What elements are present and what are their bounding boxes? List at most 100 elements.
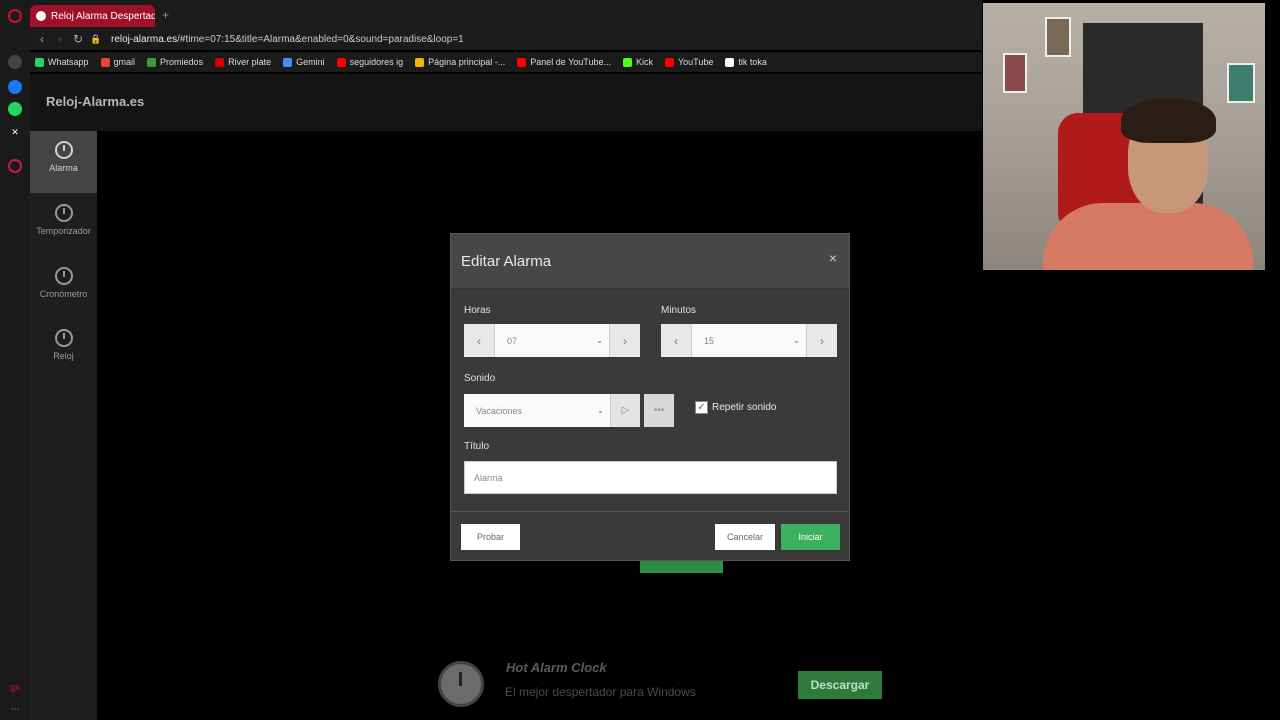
chevron-down-icon: ⌄ [596, 336, 603, 345]
hours-label: Horas [464, 305, 491, 316]
minutes-increment-button[interactable]: › [807, 324, 837, 357]
x-icon[interactable]: ✕ [8, 125, 22, 139]
repeat-sound-label: Repetir sonido [712, 402, 777, 413]
settings-icon[interactable] [8, 159, 22, 173]
bookmarks-bar: Whatsapp gmail Promiedos River plate Gemini s… [30, 52, 982, 72]
ai-icon[interactable] [8, 55, 22, 69]
play-sound-button[interactable]: ▷ [610, 394, 640, 427]
promo-subtitle: El mejor despertador para Windows [505, 685, 696, 699]
close-icon[interactable]: × [829, 250, 837, 266]
dialog-title: Editar Alarma [461, 253, 552, 270]
new-tab-button[interactable]: + [162, 8, 169, 22]
minutes-decrement-button[interactable]: ‹ [661, 324, 691, 357]
site-sidenav: Alarma Temporizador Cronómetro Reloj [30, 131, 97, 720]
nav-item-label: Reloj [53, 351, 74, 361]
more-icon[interactable]: ⋯ [8, 702, 22, 716]
bookmark-favicon-icon [415, 57, 425, 67]
bookmark-item[interactable]: seguidores ig [336, 57, 404, 67]
sound-select[interactable]: Vacaciones ⌄ [464, 394, 610, 427]
bookmark-item[interactable]: Promiedos [147, 57, 203, 67]
ellipsis-icon: ••• [653, 405, 665, 416]
url-path: /#time=07:15&title=Alarma&enabled=0&soun… [177, 33, 464, 45]
bookmark-label: River plate [228, 57, 272, 67]
bookmark-label: gmail [113, 57, 136, 67]
bookmark-favicon-icon [664, 57, 674, 67]
nav-item-label: Alarma [49, 163, 78, 173]
messenger-icon[interactable] [8, 80, 22, 94]
bookmark-label: Kick [635, 57, 653, 67]
hours-select[interactable]: 07 ⌄ [494, 324, 610, 357]
webcam-overlay [983, 3, 1265, 270]
whatsapp-icon[interactable] [8, 102, 22, 116]
bookmark-label: Panel de YouTube... [530, 57, 611, 67]
wall-poster [1045, 17, 1071, 57]
url-field[interactable]: reloj-alarma.es/#time=07:15&title=Alarma… [111, 34, 464, 45]
lock-icon: 🔒 [90, 33, 102, 44]
opera-logo-icon[interactable] [8, 9, 22, 23]
bookmark-label: Promiedos [160, 57, 204, 67]
edit-alarm-dialog: Editar Alarma × Horas ‹ 07 ⌄ › Minutos ‹ … [450, 233, 850, 561]
promo-title[interactable]: Hot Alarm Clock [506, 660, 607, 675]
minutes-stepper: ‹ 15 ⌄ › [661, 324, 837, 357]
checkmark-icon: ✓ [697, 402, 706, 413]
repeat-sound-checkbox[interactable]: ✓ [695, 401, 708, 414]
alarm-clock-logo-icon [438, 661, 484, 707]
hours-decrement-button[interactable]: ‹ [464, 324, 494, 357]
bookmark-label: Página principal -... [428, 57, 506, 67]
bookmark-label: seguidores ig [349, 57, 404, 67]
sound-value: Vacaciones [476, 405, 522, 416]
bookmark-item[interactable]: Whatsapp [35, 57, 89, 67]
more-sounds-button[interactable]: ••• [644, 394, 674, 427]
bookmark-item[interactable]: YouTube [664, 57, 713, 67]
dialog-footer: Probar Cancelar Iniciar [451, 511, 849, 561]
bookmark-item[interactable]: Panel de YouTube... [517, 57, 611, 67]
bookmark-item[interactable]: River plate [215, 57, 271, 67]
back-icon[interactable]: ‹ [33, 32, 51, 46]
person-shirt [1043, 203, 1253, 270]
sound-label: Sonido [464, 373, 496, 384]
bookmark-favicon-icon [147, 57, 157, 67]
bookmark-item[interactable]: Gemini [283, 57, 325, 67]
title-value: Alarma [474, 472, 503, 483]
title-input[interactable]: Alarma [464, 461, 837, 494]
bookmark-favicon-icon [336, 57, 346, 67]
nav-item-reloj[interactable]: Reloj [30, 319, 97, 381]
tab-strip: Reloj Alarma Despertador + [30, 0, 982, 30]
bookmark-favicon-icon [725, 57, 735, 67]
dialog-header: Editar Alarma × [451, 234, 849, 289]
bookmark-label: Gemini [296, 57, 325, 67]
test-button[interactable]: Probar [461, 524, 520, 550]
site-header: Reloj-Alarma.es [30, 74, 982, 131]
hours-increment-button[interactable]: › [610, 324, 640, 357]
bookmark-item[interactable]: Kick [622, 57, 653, 67]
wall-poster [1227, 63, 1255, 103]
minutes-select[interactable]: 15 ⌄ [691, 324, 807, 357]
tab-favicon-icon [36, 11, 46, 21]
timer-icon [54, 204, 73, 222]
nav-item-alarma[interactable]: Alarma [30, 131, 97, 193]
bookmark-item[interactable]: Página principal -... [415, 57, 505, 67]
chevron-down-icon: ⌄ [793, 336, 800, 345]
bookmark-item[interactable]: gmail [100, 57, 136, 67]
tab-active[interactable]: Reloj Alarma Despertador [30, 5, 155, 27]
hours-stepper: ‹ 07 ⌄ › [464, 324, 640, 357]
gx-icon[interactable]: gx [8, 680, 22, 694]
download-button[interactable]: Descargar [798, 671, 882, 699]
stopwatch-icon [54, 267, 73, 285]
forward-icon[interactable]: › [51, 32, 69, 46]
tab-title: Reloj Alarma Despertador [51, 10, 155, 22]
bookmark-item[interactable]: tik toka [725, 57, 767, 67]
bookmark-favicon-icon [517, 57, 527, 67]
nav-item-temporizador[interactable]: Temporizador [30, 194, 97, 256]
bookmark-label: tik toka [738, 57, 767, 67]
reload-icon[interactable]: ↻ [69, 32, 87, 46]
site-brand[interactable]: Reloj-Alarma.es [46, 94, 144, 109]
play-icon: ▷ [621, 405, 630, 416]
nav-item-cronometro[interactable]: Cronómetro [30, 257, 97, 319]
url-domain: reloj-alarma.es [111, 33, 178, 45]
cancel-button[interactable]: Cancelar [715, 524, 775, 550]
start-button[interactable]: Iniciar [781, 524, 840, 550]
bookmark-favicon-icon [283, 57, 293, 67]
bookmark-favicon-icon [622, 57, 632, 67]
bookmark-favicon-icon [100, 57, 110, 67]
